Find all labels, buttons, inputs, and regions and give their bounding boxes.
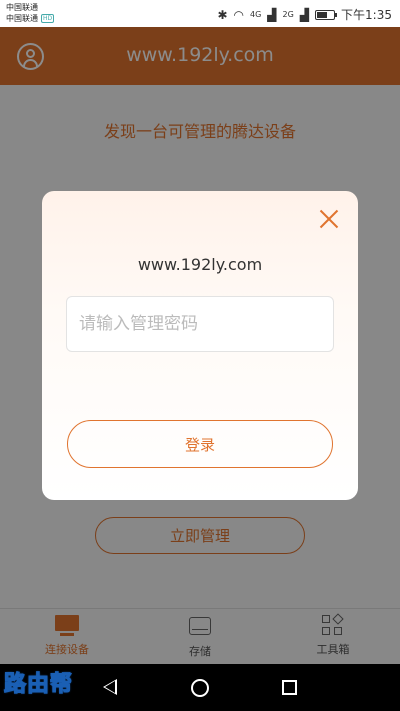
network-label-2: 2G (282, 10, 294, 19)
carrier-label-1: 中国联通 (6, 3, 38, 12)
carrier-info: 中国联通 中国联通 HD (6, 2, 55, 24)
bluetooth-icon: ✱ (217, 7, 228, 22)
clock: 下午1:35 (341, 8, 392, 22)
close-icon[interactable] (318, 208, 340, 230)
network-label-1: 4G (249, 10, 262, 19)
battery-icon (315, 9, 338, 20)
back-icon[interactable] (103, 679, 117, 695)
carrier-label-2: 中国联通 (6, 14, 38, 23)
status-bar: 中国联通 中国联通 HD ✱ ◠ 4G ▟ 2G ▟ 下午1:35 (0, 0, 400, 27)
password-input[interactable] (66, 296, 334, 352)
dialog-title: www.192ly.com (137, 255, 263, 274)
signal-icon-2: ▟ (299, 7, 310, 22)
recent-apps-icon[interactable] (282, 680, 297, 695)
signal-icon-1: ▟ (267, 7, 277, 22)
watermark-logo: 路由帮 (3, 671, 74, 697)
wifi-icon: ◠ (233, 7, 244, 22)
home-icon[interactable] (191, 679, 209, 697)
hd-icon: HD (41, 14, 55, 23)
status-icons: ✱ ◠ 4G ▟ 2G ▟ 下午1:35 (217, 6, 392, 23)
login-button[interactable]: 登录 (67, 420, 333, 468)
login-dialog: www.192ly.com 登录 (42, 191, 358, 500)
